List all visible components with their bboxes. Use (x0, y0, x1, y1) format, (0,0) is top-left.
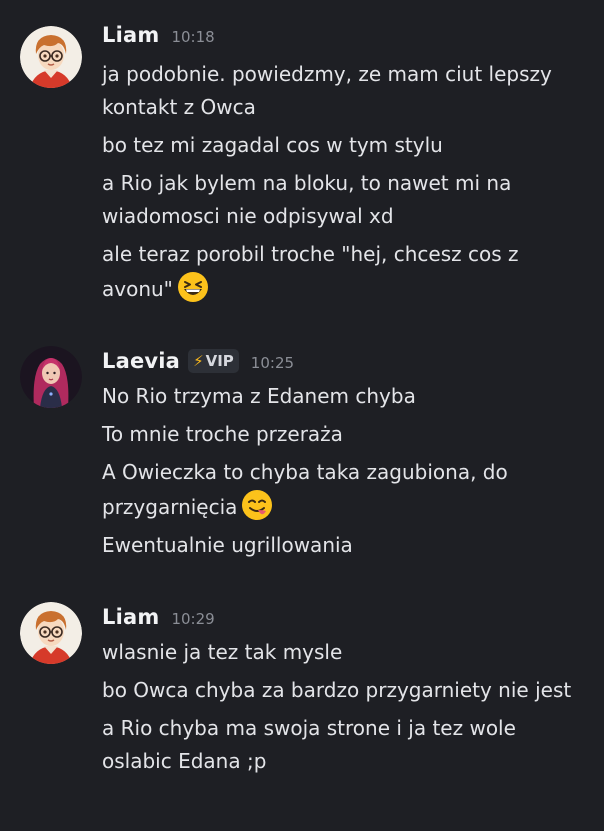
message: No Rio trzyma z Edanem chyba (102, 384, 416, 408)
avatar[interactable] (20, 26, 82, 88)
message-list: ja podobnie. powiedzmy, ze mam ciut leps… (102, 58, 582, 311)
timestamp: 10:25 (250, 353, 295, 372)
message-text: ale teraz porobil troche "hej, chcesz co… (102, 242, 519, 301)
lightning-bolt-icon: ⚡ (193, 352, 204, 370)
username[interactable]: Liam (102, 23, 159, 47)
message-header: Liam 10:18 (102, 20, 215, 50)
message: a Rio chyba ma swoja strone i ja tez wol… (102, 716, 516, 773)
message: a Rio jak bylem na bloku, to nawet mi na… (102, 171, 512, 228)
message: A Owieczka to chyba taka zagubiona, do p… (102, 456, 582, 524)
message: wlasnie ja tez tak mysle (102, 640, 343, 664)
face-savoring-food-icon (241, 489, 273, 521)
message-header: Laevia ⚡ VIP 10:25 (102, 346, 294, 376)
message: Ewentualnie ugrillowania (102, 533, 353, 557)
username[interactable]: Laevia (102, 349, 180, 373)
message-text: A Owieczka to chyba taka zagubiona, do p… (102, 460, 508, 519)
message: bo tez mi zagadal cos w tym stylu (102, 133, 443, 157)
timestamp: 10:29 (171, 609, 215, 628)
message: ja podobnie. powiedzmy, ze mam ciut leps… (102, 62, 552, 119)
timestamp: 10:18 (171, 27, 215, 46)
vip-badge[interactable]: ⚡ VIP (188, 349, 239, 373)
message-list: wlasnie ja tez tak mysle bo Owca chyba z… (102, 636, 582, 783)
avatar[interactable] (20, 346, 82, 408)
message-header: Liam 10:29 (102, 602, 215, 632)
grinning-squinting-face-icon (177, 271, 209, 303)
chat-message-list: Liam 10:18 ja podobnie. powiedzmy, ze ma… (0, 0, 604, 831)
avatar[interactable] (20, 602, 82, 664)
message: To mnie troche przeraża (102, 422, 343, 446)
badge-label: VIP (205, 352, 234, 370)
message: ale teraz porobil troche "hej, chcesz co… (102, 238, 582, 306)
username[interactable]: Liam (102, 605, 159, 629)
message-list: No Rio trzyma z Edanem chyba To mnie tro… (102, 380, 582, 567)
message: bo Owca chyba za bardzo przygarniety nie… (102, 678, 572, 702)
